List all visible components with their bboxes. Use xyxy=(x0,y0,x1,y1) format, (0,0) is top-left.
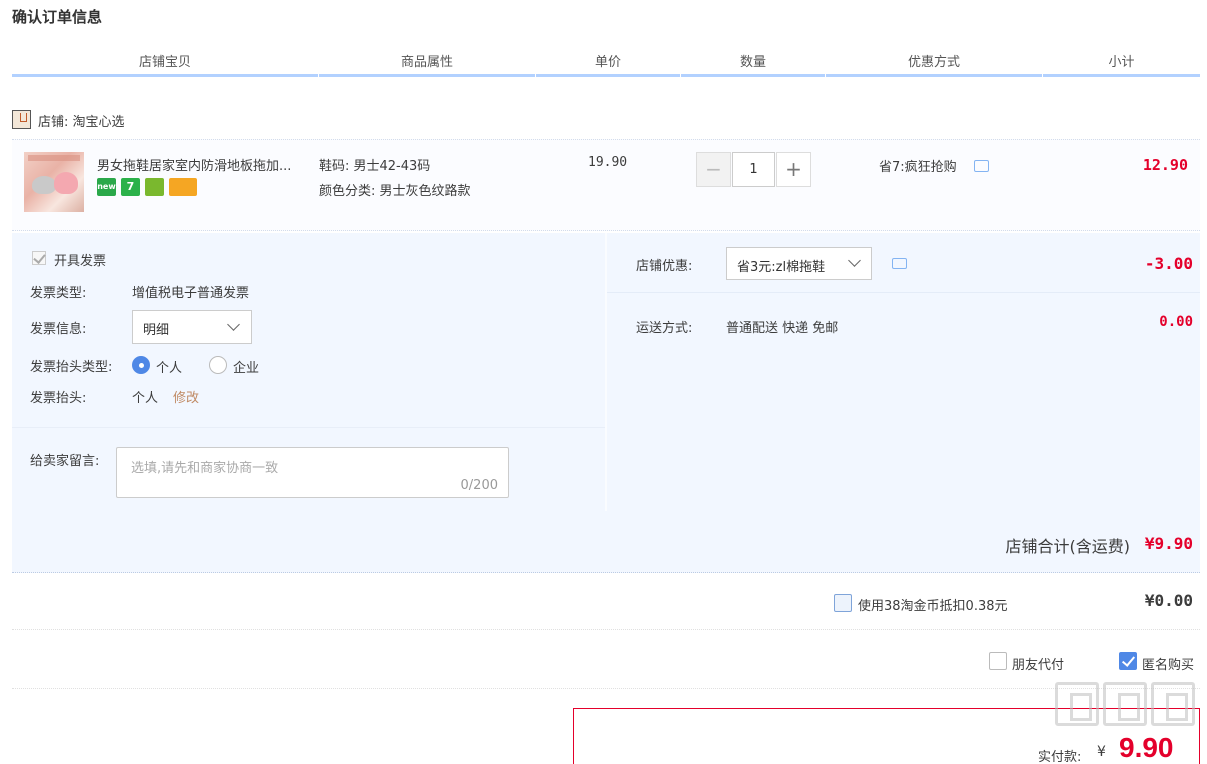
product-color-attribute: 颜色分类: 男士灰色纹路款 xyxy=(319,184,471,199)
divider xyxy=(607,292,1200,293)
invoice-modify-link[interactable]: 修改 xyxy=(173,387,199,406)
card-badge xyxy=(169,178,197,196)
shipping-label: 运送方式: xyxy=(636,321,693,336)
coupon-amount: -3.00 xyxy=(1144,254,1193,273)
store-icon xyxy=(12,110,31,129)
thumbnail-banner xyxy=(28,155,80,161)
product-title[interactable]: 男女拖鞋居家室内防滑地板拖加... xyxy=(97,155,317,174)
invoice-info-value: 明细 xyxy=(143,323,170,338)
anonymous-label: 匿名购买 xyxy=(1142,658,1195,673)
memo-label: 给卖家留言: xyxy=(30,454,100,469)
order-options: 开具发票 发票类型: 增值税电子普通发票 发票信息: 明细 发票抬头类型: 个人… xyxy=(12,233,1200,511)
promotion-label: 省7:疯狂抢购 xyxy=(879,160,957,175)
order-item-row: 男女拖鞋居家室内防滑地板拖加... new 7 鞋码: 男士42-43码 颜色分… xyxy=(12,139,1200,231)
friend-pay-checkbox[interactable] xyxy=(989,652,1007,670)
store-name[interactable]: 店铺: 淘宝心选 xyxy=(38,111,125,130)
chat-bubble-icon[interactable] xyxy=(892,258,907,269)
chat-bubble-icon[interactable] xyxy=(974,160,989,172)
shipping-value: 普通配送 快递 免邮 xyxy=(726,321,839,336)
header-underline xyxy=(536,74,680,77)
product-size-attribute: 鞋码: 男士42-43码 xyxy=(319,159,431,174)
7-day-return-badge: 7 xyxy=(121,178,140,196)
column-header-discount: 优惠方式 xyxy=(907,55,960,70)
coupon-value: 省3元:zl棉拖鞋 xyxy=(737,260,826,275)
page-title: 确认订单信息 xyxy=(12,8,103,26)
total-payment-box: 实付款: ¥ 9.90 xyxy=(573,708,1200,764)
radio-personal-label: 个人 xyxy=(156,361,183,376)
coin-checkbox[interactable] xyxy=(834,594,852,612)
chevron-down-icon xyxy=(848,254,861,267)
coupon-label: 店铺优惠: xyxy=(636,259,693,274)
chevron-down-icon xyxy=(227,318,240,331)
shop-discount-panel: 店铺优惠: 省3元:zl棉拖鞋 -3.00 运送方式: 普通配送 快递 免邮 0… xyxy=(607,233,1200,511)
total-label: 实付款: xyxy=(1038,750,1082,764)
invoice-type-value: 增值税电子普通发票 xyxy=(132,286,250,301)
store-total-label: 店铺合计(含运费) xyxy=(1005,537,1131,556)
invoice-checkbox[interactable] xyxy=(32,251,46,265)
memo-char-count: 0/200 xyxy=(460,478,498,493)
radio-personal[interactable] xyxy=(132,356,150,374)
anonymous-checkbox[interactable] xyxy=(1119,652,1137,670)
shipping-amount: 0.00 xyxy=(1159,314,1193,330)
radio-company[interactable] xyxy=(209,356,227,374)
total-currency: ¥ xyxy=(1097,744,1106,760)
friend-pay-label: 朋友代付 xyxy=(1012,658,1065,673)
invoice-panel: 开具发票 发票类型: 增值税电子普通发票 发票信息: 明细 发票抬头类型: 个人… xyxy=(12,233,605,511)
column-header-unit-price: 单价 xyxy=(594,55,621,70)
pay-options-row: 朋友代付 匿名购买 xyxy=(12,631,1200,689)
radio-company-label: 企业 xyxy=(233,361,260,376)
new-badge: new xyxy=(97,178,116,196)
store-total-row: 店铺合计(含运费) ¥9.90 xyxy=(12,511,1200,573)
invoice-title-label: 发票抬头: xyxy=(30,391,87,406)
coin-value: ¥0.00 xyxy=(1144,591,1193,610)
quantity-input[interactable]: 1 xyxy=(732,152,775,187)
certified-badge xyxy=(145,178,164,196)
quantity-increase-button[interactable]: + xyxy=(776,152,811,187)
column-header-quantity: 数量 xyxy=(739,55,766,70)
header-underline xyxy=(12,74,318,77)
header-underline xyxy=(826,74,1042,77)
memo-placeholder: 选填,请先和商家协商一致 xyxy=(131,461,279,476)
column-header-items: 店铺宝贝 xyxy=(138,55,191,70)
coin-label: 使用38淘金币抵扣0.38元 xyxy=(858,599,1008,614)
quantity-decrease-button[interactable]: − xyxy=(696,152,731,187)
header-underline xyxy=(319,74,535,77)
invoice-type-label: 发票类型: xyxy=(30,286,87,301)
product-thumbnail[interactable] xyxy=(24,152,84,212)
unit-price: 19.90 xyxy=(588,155,628,170)
header-underline xyxy=(681,74,825,77)
header-underline xyxy=(1043,74,1200,77)
taobao-coin-row: 使用38淘金币抵扣0.38元 ¥0.00 xyxy=(12,574,1200,630)
order-table-header: 店铺宝贝 商品属性 单价 数量 优惠方式 小计 xyxy=(12,52,1200,78)
divider xyxy=(12,427,605,428)
coupon-select[interactable]: 省3元:zl棉拖鞋 xyxy=(726,247,872,280)
thumbnail-shoe-pink xyxy=(54,172,78,194)
invoice-title-type-label: 发票抬头类型: xyxy=(30,360,113,375)
item-subtotal: 12.90 xyxy=(1142,156,1188,174)
total-value: 9.90 xyxy=(1119,732,1174,763)
column-header-attributes: 商品属性 xyxy=(400,55,453,70)
invoice-checkbox-label: 开具发票 xyxy=(54,254,107,269)
column-header-subtotal: 小计 xyxy=(1108,55,1135,70)
store-row: 店铺: 淘宝心选 xyxy=(12,108,1200,138)
store-total-value: ¥9.90 xyxy=(1144,534,1193,553)
invoice-info-label: 发票信息: xyxy=(30,322,87,337)
invoice-title-value: 个人 xyxy=(132,391,159,406)
thumbnail-shoe-grey xyxy=(32,176,56,194)
invoice-info-select[interactable]: 明细 xyxy=(132,310,252,344)
seller-memo-input[interactable]: 选填,请先和商家协商一致 0/200 xyxy=(116,447,509,498)
